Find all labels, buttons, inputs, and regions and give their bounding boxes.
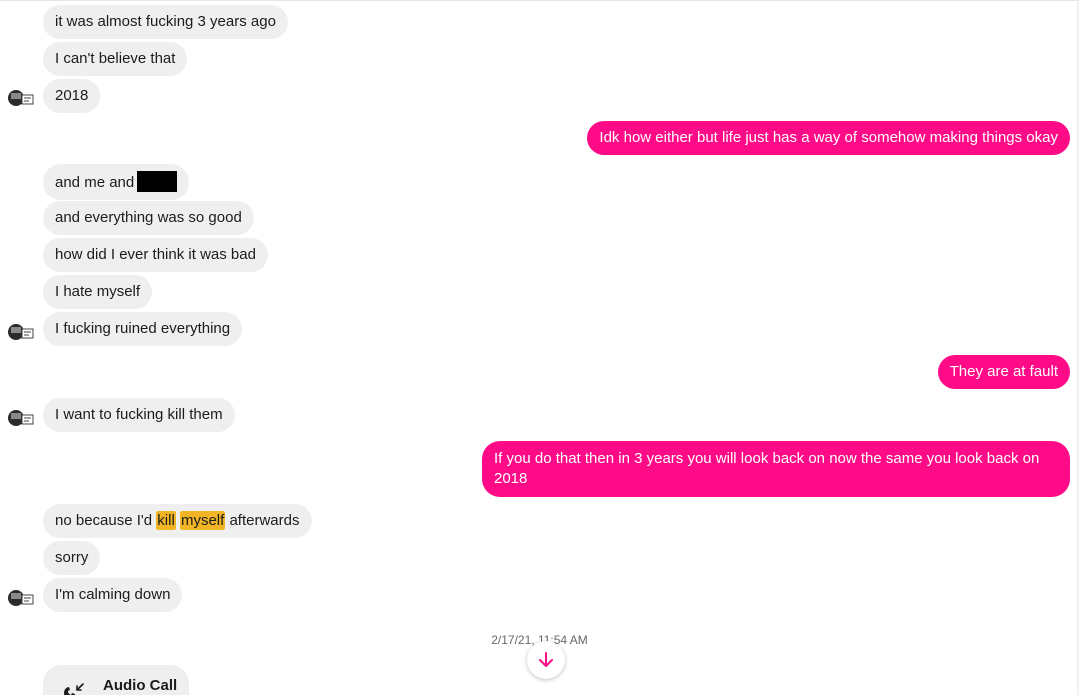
- message-bubble-incoming[interactable]: and me and: [43, 164, 190, 200]
- message-bubble-incoming[interactable]: I'm calming down: [43, 578, 183, 612]
- arrow-down-icon: [539, 652, 553, 667]
- message-text: sorry: [55, 549, 89, 566]
- message-text: 2018: [55, 87, 89, 104]
- message-bubble-incoming[interactable]: I want to fucking kill them: [43, 398, 235, 432]
- message-text: I want to fucking kill them: [55, 406, 223, 423]
- message-bubble-incoming[interactable]: how did I ever think it was bad: [43, 238, 268, 272]
- message-text: I'm calming down: [55, 586, 171, 603]
- message-text: how did I ever think it was bad: [55, 246, 256, 263]
- message-bubble-incoming[interactable]: I hate myself: [43, 275, 153, 309]
- message-bubble-outgoing[interactable]: If you do that then in 3 years you will …: [482, 441, 1070, 497]
- chat-thread[interactable]: it was almost fucking 3 years ago I can'…: [0, 0, 1079, 695]
- message-text: afterwards: [225, 512, 300, 529]
- call-label: Audio Call: [103, 677, 178, 694]
- message-text: If you do that then in 3 years you will …: [494, 450, 1040, 487]
- message-bubble-incoming[interactable]: I fucking ruined everything: [43, 312, 243, 346]
- message-text: and me and: [55, 174, 135, 191]
- message-bubble-outgoing[interactable]: Idk how either but life just has a way o…: [587, 121, 1070, 155]
- scroll-to-bottom-button[interactable]: [527, 641, 565, 679]
- message-text: Idk how either but life just has a way o…: [599, 129, 1058, 146]
- message-text: I hate myself: [55, 283, 141, 300]
- message-bubble-incoming[interactable]: sorry: [43, 541, 101, 575]
- message-bubble-incoming[interactable]: no because I'd kill myself afterwards: [43, 504, 312, 538]
- message-bubble-incoming[interactable]: and everything was so good: [43, 201, 254, 235]
- message-bubble-incoming[interactable]: I can't believe that: [43, 42, 188, 76]
- message-bubble-incoming[interactable]: it was almost fucking 3 years ago: [43, 5, 288, 39]
- message-bubble-outgoing[interactable]: They are at fault: [937, 355, 1070, 389]
- message-text: I can't believe that: [55, 50, 176, 67]
- message-text: and everything was so good: [55, 209, 242, 226]
- contact-avatar[interactable]: [7, 587, 35, 609]
- highlighted-text: kill: [156, 511, 176, 530]
- audio-call-card[interactable]: Audio Call: [43, 665, 189, 695]
- message-text: I fucking ruined everything: [55, 320, 231, 337]
- message-text: it was almost fucking 3 years ago: [55, 13, 276, 30]
- contact-avatar[interactable]: [7, 407, 35, 429]
- message-text: They are at fault: [949, 363, 1058, 380]
- redaction-block: [137, 171, 178, 192]
- missed-call-icon: [64, 683, 84, 695]
- contact-avatar[interactable]: [7, 321, 35, 343]
- highlighted-text: myself: [179, 511, 226, 530]
- contact-avatar[interactable]: [7, 87, 35, 109]
- message-text: no because I'd: [55, 512, 157, 529]
- message-bubble-incoming[interactable]: 2018: [43, 79, 101, 113]
